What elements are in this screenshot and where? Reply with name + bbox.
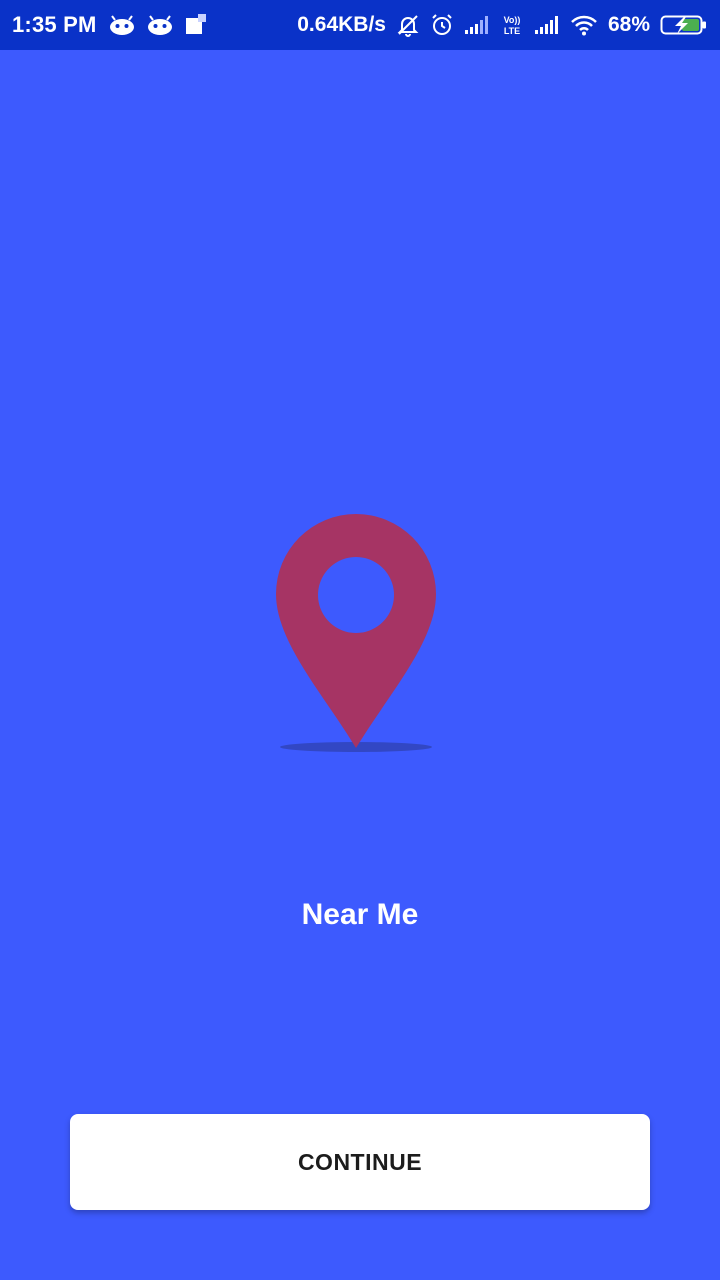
network-speed: 0.64KB/s [297,13,386,36]
status-bar-right: 0.64KB/s Vo)) LTE 68% [297,13,708,37]
status-time: 1:35 PM [12,12,97,37]
svg-text:LTE: LTE [504,26,520,36]
android-icon [109,15,135,35]
alarm-icon [430,13,454,37]
android-icon [147,15,173,35]
volte-lte-icon: Vo)) LTE [500,13,524,37]
signal-icon [464,15,490,35]
pin-body [276,514,436,748]
page-title: Near Me [301,898,419,931]
notification-square-icon [185,14,207,36]
battery-percent: 68% [607,13,650,36]
svg-text:Vo)): Vo)) [504,15,521,25]
status-bar: 1:35 PM 0.64KB/s Vo)) LTE 68% [0,0,720,50]
signal-icon [534,15,560,35]
wifi-icon [570,14,598,36]
continue-button-label: CONTINUE [297,1148,423,1175]
battery-charging-icon [660,14,708,36]
status-bar-left: 1:35 PM [12,12,207,38]
continue-button[interactable]: CONTINUE [70,1114,650,1210]
location-pin-icon [270,510,450,760]
muted-bell-icon [396,13,420,37]
